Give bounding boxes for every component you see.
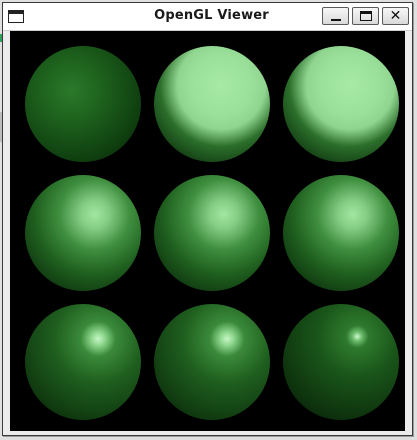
opengl-viewer-window: OpenGL Viewer ✕ (2, 2, 413, 436)
opengl-canvas[interactable] (10, 31, 405, 431)
sphere (154, 304, 270, 420)
sphere (283, 175, 399, 291)
sphere (25, 46, 141, 162)
sphere (154, 46, 270, 162)
sphere (154, 175, 270, 291)
minimize-icon (331, 19, 341, 21)
maximize-icon (360, 11, 372, 21)
title-bar[interactable]: OpenGL Viewer ✕ (3, 3, 412, 31)
desktop: OpenGL Viewer ✕ (0, 0, 417, 440)
maximize-button[interactable] (352, 7, 379, 25)
minimize-button[interactable] (322, 7, 349, 25)
close-button[interactable]: ✕ (382, 7, 409, 25)
sphere (283, 304, 399, 420)
close-icon: ✕ (389, 8, 402, 24)
sphere (283, 46, 399, 162)
sphere (25, 304, 141, 420)
sphere (25, 175, 141, 291)
